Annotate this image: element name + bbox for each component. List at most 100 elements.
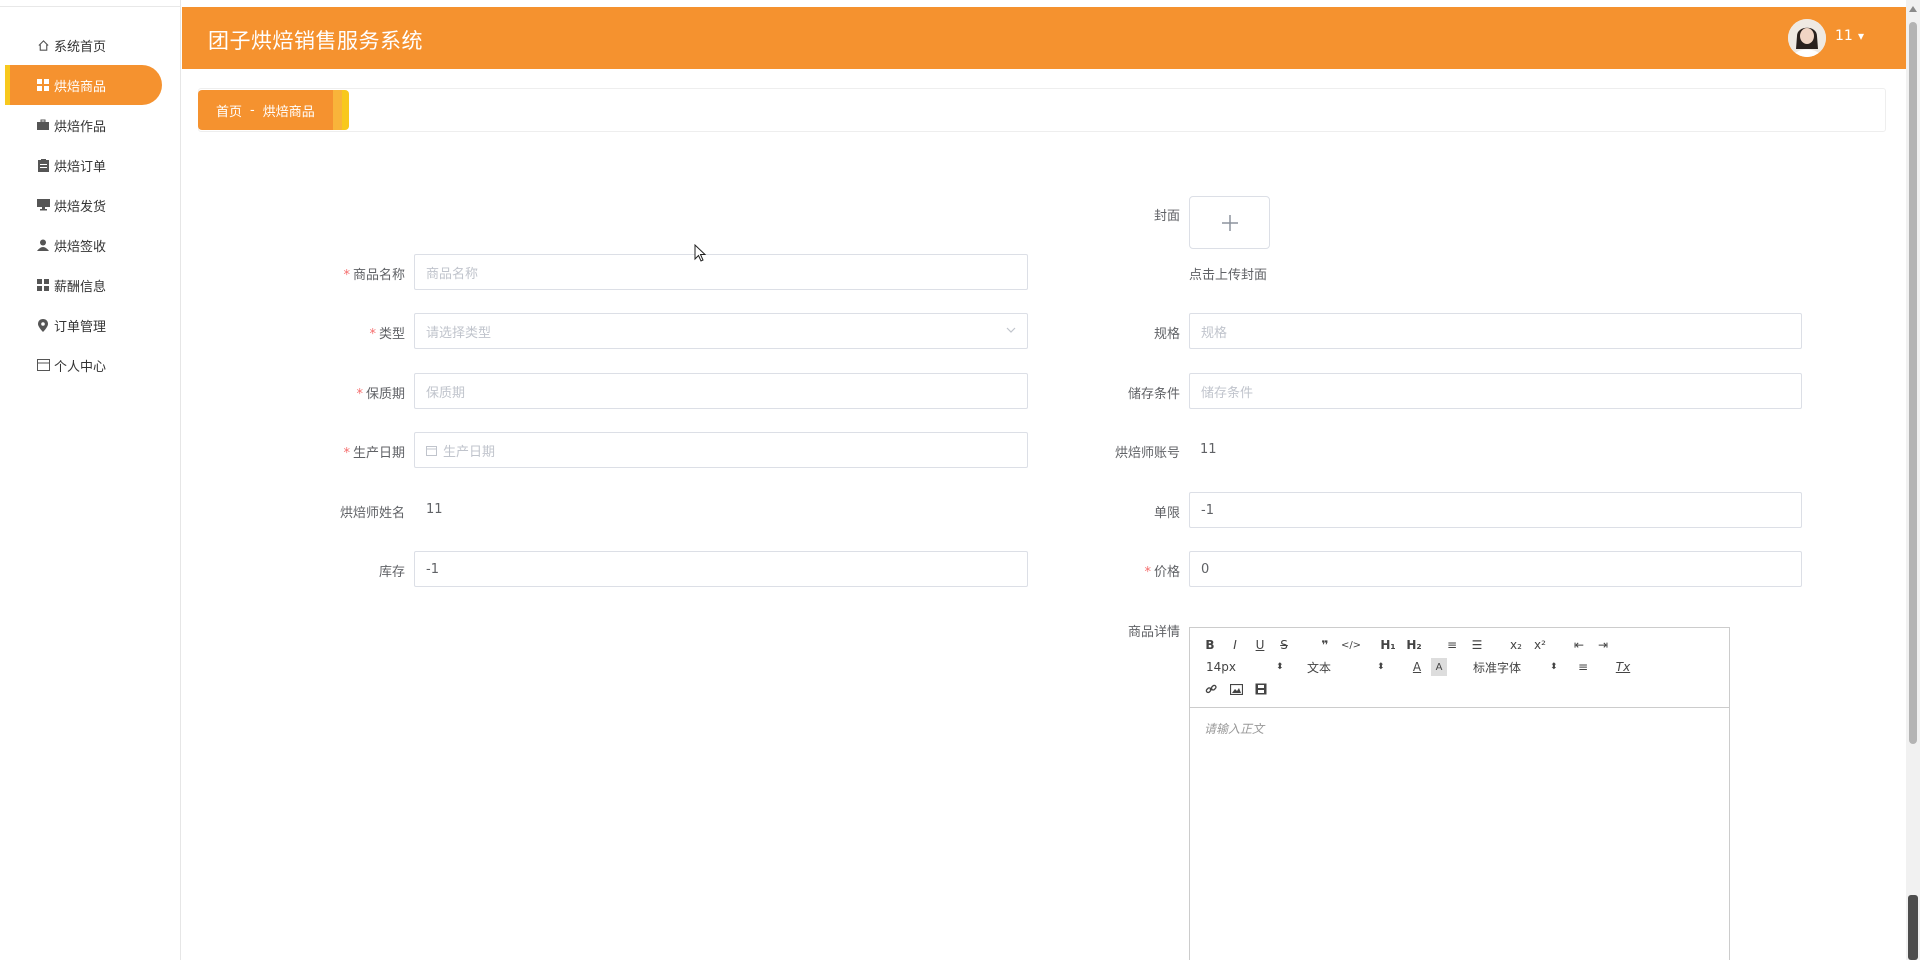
- sidebar-item-label: 烘焙订单: [54, 159, 107, 175]
- editor-content[interactable]: 请输入正文: [1204, 720, 1264, 737]
- stock-input[interactable]: -1: [414, 551, 1028, 587]
- h2-button[interactable]: H₂: [1404, 636, 1424, 654]
- updown-icon: ⬍: [1550, 661, 1558, 672]
- spec-label: 规格: [1153, 327, 1180, 342]
- required-mark: *: [343, 268, 350, 283]
- baker-account-value: 11: [1200, 442, 1217, 457]
- chevron-down-icon[interactable]: ▾: [1858, 29, 1864, 43]
- background-color-button[interactable]: A: [1431, 658, 1447, 676]
- scroll-up-icon[interactable]: [1909, 6, 1917, 12]
- indent-button[interactable]: ⇥: [1594, 636, 1612, 654]
- baker-name-value: 11: [426, 502, 443, 517]
- cover-label: 封面: [1153, 209, 1180, 224]
- product-name-input[interactable]: 商品名称: [414, 254, 1028, 290]
- type-select-placeholder: 请选择类型: [426, 325, 492, 341]
- mouse-cursor-icon: [694, 243, 708, 268]
- video-button[interactable]: [1252, 680, 1270, 698]
- type-select[interactable]: 请选择类型: [414, 313, 1028, 349]
- sidebar-item-label: 个人中心: [54, 359, 107, 375]
- sidebar-item-salary-info[interactable]: 薪酬信息: [0, 265, 181, 305]
- sidebar-item-label: 烘焙作品: [54, 119, 107, 135]
- baker-name-label: 烘焙师姓名: [339, 506, 405, 521]
- subscript-button[interactable]: x₂: [1507, 636, 1525, 654]
- calendar-icon: [36, 358, 50, 372]
- font-size-value: 14px: [1206, 660, 1236, 674]
- font-family-value: 标准字体: [1473, 660, 1522, 675]
- baker-account-label: 烘焙师账号: [1114, 446, 1180, 461]
- breadcrumb-container: 首页 - 烘焙商品: [198, 88, 1886, 132]
- storage-input[interactable]: 储存条件: [1189, 373, 1802, 409]
- production-date-label: * 生产日期: [343, 446, 405, 461]
- spec-input[interactable]: 规格: [1189, 313, 1802, 349]
- bold-button[interactable]: B: [1202, 636, 1218, 654]
- sidebar-item-bakery-products[interactable]: 烘焙商品: [0, 65, 181, 105]
- sidebar-menu: 系统首页 烘焙商品 烘焙作品 烘焙订单 烘焙发货 烘焙签收 薪酬信息 订单管理 …: [0, 25, 181, 385]
- plus-icon: [1221, 214, 1238, 231]
- link-button[interactable]: [1202, 680, 1220, 698]
- font-color-button[interactable]: A: [1408, 658, 1426, 676]
- sidebar-item-bakery-receipt[interactable]: 烘焙签收: [0, 225, 181, 265]
- font-size-select[interactable]: 14px ⬍: [1206, 658, 1286, 676]
- production-date-picker[interactable]: 生产日期: [414, 432, 1028, 468]
- strike-button[interactable]: S: [1276, 636, 1292, 654]
- user-icon: [36, 238, 50, 252]
- superscript-button[interactable]: x²: [1531, 636, 1549, 654]
- updown-icon: ⬍: [1276, 661, 1284, 672]
- ordered-list-button[interactable]: ≡: [1443, 636, 1461, 654]
- breadcrumb: 首页 - 烘焙商品: [198, 90, 349, 130]
- rich-text-editor[interactable]: B I U S ❞ </> H₁ H₂ ≡ ☰ x₂ x² ⇤ ⇥ 14px ⬍…: [1189, 627, 1730, 960]
- product-name-label: * 商品名称: [343, 268, 405, 283]
- header-select[interactable]: 文本 ⬍: [1307, 658, 1387, 676]
- font-family-select[interactable]: 标准字体 ⬍: [1473, 658, 1558, 676]
- sidebar: 系统首页 烘焙商品 烘焙作品 烘焙订单 烘焙发货 烘焙签收 薪酬信息 订单管理 …: [0, 0, 181, 960]
- grid-icon: [36, 78, 50, 92]
- clean-format-button[interactable]: Tx: [1614, 658, 1632, 676]
- bullet-list-button[interactable]: ☰: [1468, 636, 1486, 654]
- grid-icon: [36, 278, 50, 292]
- pin-icon: [36, 318, 50, 332]
- detail-label: 商品详情: [1127, 625, 1180, 640]
- required-mark: *: [1144, 565, 1151, 580]
- calendar-icon: [426, 445, 437, 456]
- breadcrumb-home[interactable]: 首页: [216, 101, 242, 120]
- type-label: * 类型: [369, 327, 405, 342]
- updown-icon: ⬍: [1377, 661, 1385, 672]
- outdent-button[interactable]: ⇤: [1570, 636, 1588, 654]
- sidebar-item-home[interactable]: 系统首页: [0, 25, 181, 65]
- page-scrollbar[interactable]: [1906, 0, 1920, 960]
- sidebar-item-label: 订单管理: [54, 319, 107, 335]
- briefcase-icon: [36, 118, 50, 132]
- h1-button[interactable]: H₁: [1378, 636, 1398, 654]
- sidebar-item-bakery-shipping[interactable]: 烘焙发货: [0, 185, 181, 225]
- sidebar-item-bakery-works[interactable]: 烘焙作品: [0, 105, 181, 145]
- code-button[interactable]: </>: [1341, 636, 1361, 654]
- shelf-life-input[interactable]: 保质期: [414, 373, 1028, 409]
- app-title: 团子烘焙销售服务系统: [208, 29, 423, 53]
- scrollbar-thumb[interactable]: [1909, 22, 1917, 744]
- username[interactable]: 11: [1835, 28, 1853, 44]
- italic-button[interactable]: I: [1227, 636, 1243, 654]
- sidebar-item-order-management[interactable]: 订单管理: [0, 305, 181, 345]
- price-input[interactable]: 0: [1189, 551, 1802, 587]
- video-icon: [1255, 683, 1267, 695]
- production-date-placeholder: 生产日期: [443, 444, 496, 460]
- breadcrumb-separator: -: [250, 102, 255, 118]
- sidebar-item-label: 烘焙签收: [54, 239, 107, 255]
- image-button[interactable]: [1227, 680, 1245, 698]
- shelf-life-label: * 保质期: [356, 387, 405, 402]
- sidebar-item-bakery-orders[interactable]: 烘焙订单: [0, 145, 181, 185]
- price-label: * 价格: [1144, 565, 1180, 580]
- sidebar-item-label: 薪酬信息: [54, 279, 107, 295]
- cover-upload-hint: 点击上传封面: [1189, 268, 1268, 283]
- quote-button[interactable]: ❞: [1316, 636, 1334, 654]
- top-header: 团子烘焙销售服务系统 11 ▾: [182, 7, 1906, 69]
- breadcrumb-stripe: [332, 90, 342, 130]
- avatar[interactable]: [1788, 19, 1826, 57]
- chevron-down-icon: [1005, 324, 1017, 340]
- cover-upload-button[interactable]: [1189, 196, 1270, 249]
- limit-input[interactable]: -1: [1189, 492, 1802, 528]
- underline-button[interactable]: U: [1252, 636, 1268, 654]
- align-button[interactable]: ≡: [1574, 658, 1592, 676]
- sidebar-item-personal-center[interactable]: 个人中心: [0, 345, 181, 385]
- sidebar-top-divider: [0, 6, 181, 7]
